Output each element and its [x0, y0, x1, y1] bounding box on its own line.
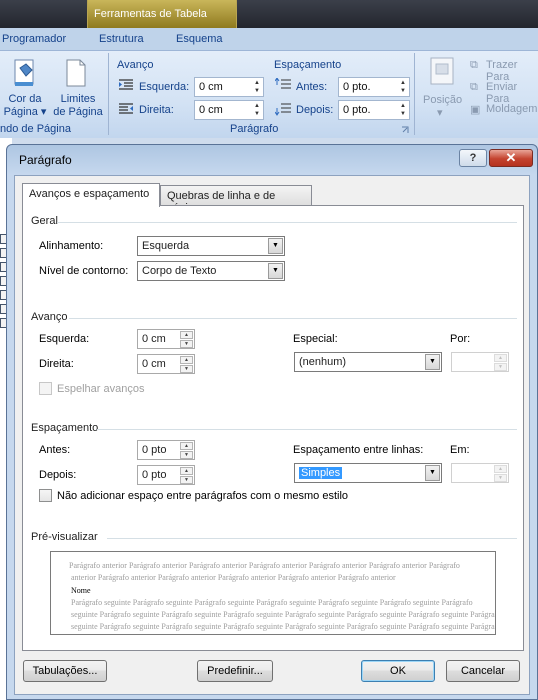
section-divider	[69, 318, 517, 319]
indent-right-spinner[interactable]: 0 cm ▲ ▼	[137, 354, 195, 374]
indent-right-label: Direita:	[39, 358, 74, 370]
spacing-after-label: Depois:	[39, 469, 77, 481]
ok-button[interactable]: OK	[361, 660, 435, 682]
ribbon-title-bar	[0, 0, 538, 28]
preview-previous-line: Parágrafo anterior Parágrafo anterior Pa…	[69, 561, 460, 570]
group-separator	[108, 53, 109, 135]
line-spacing-at-spinner[interactable]: ▲ ▼	[451, 463, 509, 483]
page-borders-icon[interactable]	[64, 58, 88, 88]
tab-programador[interactable]: Programador	[2, 33, 66, 45]
cancel-button[interactable]: Cancelar	[446, 660, 520, 682]
spacing-after-label: Depois:	[296, 104, 334, 116]
indent-by-spinner[interactable]: ▲ ▼	[451, 352, 509, 372]
spacing-before-label: Antes:	[39, 444, 71, 456]
indent-title: Avanço	[117, 59, 154, 71]
spacing-before-label: Antes:	[296, 81, 328, 93]
page-borders-button[interactable]: Limites de Página	[52, 93, 104, 119]
preview-previous-line: anterior Parágrafo anterior Parágrafo an…	[71, 573, 396, 582]
chevron-down-icon[interactable]: ▼	[268, 238, 283, 254]
position-icon[interactable]	[428, 56, 456, 86]
close-button[interactable]: ✕	[489, 149, 533, 167]
spacing-before-spinner[interactable]: 0 pto ▲ ▼	[137, 440, 195, 460]
dialog-title: Parágrafo	[19, 153, 72, 167]
no-space-same-style-label: Não adicionar espaço entre parágrafos co…	[57, 490, 349, 502]
send-backward-icon: ⧉	[470, 81, 478, 93]
paragraph-group-label: Parágrafo	[230, 123, 279, 135]
preview-next-line: seguinte Parágrafo seguinte Parágrafo se…	[71, 622, 496, 631]
alignment-select[interactable]: Esquerda ▼	[137, 236, 285, 256]
special-indent-label: Especial:	[293, 333, 338, 345]
indent-left-spinner[interactable]: 0 cm ▲ ▼	[137, 329, 195, 349]
section-divider	[97, 429, 517, 430]
page-color-icon[interactable]	[12, 58, 38, 88]
mirror-indents-checkbox[interactable]	[39, 382, 52, 395]
outline-level-select[interactable]: Corpo de Texto ▼	[137, 261, 285, 281]
section-divider	[57, 222, 517, 223]
section-divider	[107, 538, 517, 539]
tab-line-page-breaks[interactable]: Quebras de linha e de página	[160, 185, 312, 214]
position-dropdown-icon[interactable]: ▾	[437, 106, 443, 119]
dialog-launcher-icon[interactable]	[401, 125, 409, 133]
alignment-label: Alinhamento:	[39, 240, 104, 252]
tab-estrutura[interactable]: Estrutura	[99, 33, 144, 45]
chevron-down-icon[interactable]: ▼	[268, 263, 283, 279]
text-wrap-button[interactable]: Moldagem	[486, 103, 537, 115]
spacing-title: Espaçamento	[274, 59, 342, 71]
bring-forward-icon: ⧉	[470, 59, 478, 71]
chevron-down-icon[interactable]: ▼	[425, 465, 440, 481]
indent-by-label: Por:	[450, 333, 471, 345]
spacing-after-spinner[interactable]: 0 pto ▲ ▼	[137, 465, 195, 485]
section-preview-title: Pré-visualizar	[31, 531, 98, 543]
chevron-down-icon[interactable]: ▼	[425, 354, 440, 370]
text-wrap-icon: ▣	[470, 104, 481, 116]
tab-esquema[interactable]: Esquema	[176, 33, 222, 45]
ribbon-indent-left-spinner[interactable]: 0 cm ▲ ▼	[194, 77, 264, 97]
ribbon-spacing-after-spinner[interactable]: 0 pto. ▲ ▼	[338, 100, 410, 120]
set-default-button[interactable]: Predefinir...	[197, 660, 273, 682]
section-spacing-title: Espaçamento	[31, 422, 99, 434]
page-color-button[interactable]: Cor da Página ▾	[2, 93, 48, 119]
help-button[interactable]: ?	[459, 149, 487, 167]
tabs-button[interactable]: Tabulações...	[23, 660, 107, 682]
special-indent-select[interactable]: (nenhum) ▼	[294, 352, 442, 372]
preview-next-line: Parágrafo seguinte Parágrafo seguinte Pa…	[71, 598, 473, 607]
spacing-before-icon	[274, 77, 291, 92]
position-button[interactable]: Posição	[423, 94, 462, 106]
preview-current-line: Nome	[71, 586, 91, 595]
indent-left-icon	[119, 79, 133, 91]
no-space-same-style-checkbox[interactable]	[39, 489, 52, 502]
group-separator	[414, 53, 415, 135]
ribbon-indent-right-spinner[interactable]: 0 cm ▲ ▼	[194, 100, 264, 120]
context-tab-label: Ferramentas de Tabela	[94, 8, 207, 20]
send-backward-button[interactable]: Enviar Para	[486, 81, 538, 105]
line-spacing-at-label: Em:	[450, 444, 470, 456]
section-general-title: Geral	[31, 215, 58, 227]
indent-left-label: Esquerda:	[139, 81, 190, 93]
section-indent-title: Avanço	[31, 311, 68, 323]
dialog-client-area: Avanços e espaçamento Quebras de linha e…	[14, 175, 530, 695]
ribbon-tab-row	[0, 28, 538, 50]
tab-indents-spacing[interactable]: Avanços e espaçamento	[22, 183, 160, 207]
line-spacing-label: Espaçamento entre linhas:	[293, 444, 424, 456]
indent-right-icon	[119, 103, 133, 115]
line-spacing-select[interactable]: Simples ▼	[294, 463, 442, 483]
spacing-after-icon	[274, 102, 291, 116]
indent-left-label: Esquerda:	[39, 333, 90, 345]
paragraph-preview: Parágrafo anterior Parágrafo anterior Pa…	[50, 551, 496, 635]
outline-level-label: Nível de contorno:	[39, 265, 129, 277]
ribbon-spacing-before-spinner[interactable]: 0 pto. ▲ ▼	[338, 77, 410, 97]
bring-forward-button[interactable]: Trazer Para	[486, 59, 538, 83]
indent-right-label: Direita:	[139, 104, 174, 116]
preview-next-line: seguinte Parágrafo seguinte Parágrafo se…	[71, 610, 496, 619]
mirror-indents-label: Espelhar avanços	[57, 383, 145, 395]
paragraph-dialog: Parágrafo ? ✕ Avanços e espaçamento Queb…	[6, 144, 538, 700]
page-background-group-label: ndo de Página	[0, 123, 71, 135]
